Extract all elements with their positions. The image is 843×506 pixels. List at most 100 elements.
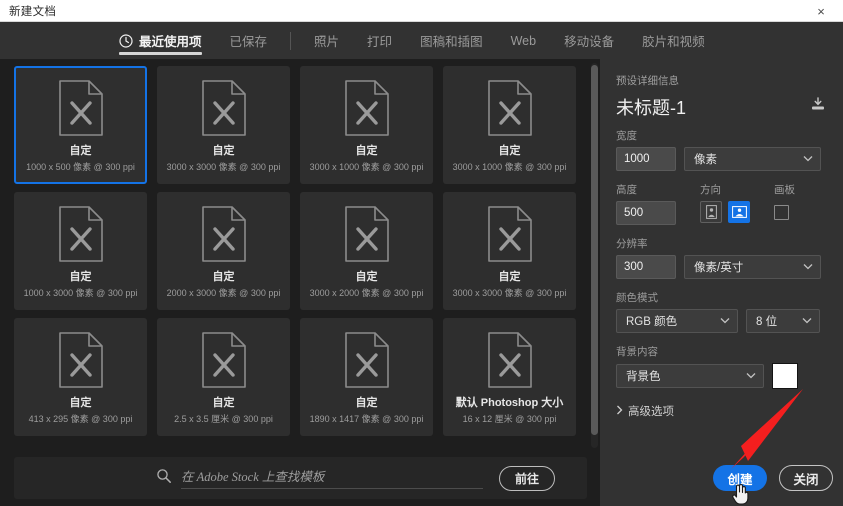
resolution-unit-value: 像素/英寸	[694, 262, 744, 274]
chevron-down-icon	[802, 315, 812, 327]
preset-card-subtitle: 16 x 12 厘米 @ 300 ppi	[462, 414, 557, 424]
preset-card-subtitle: 1890 x 1417 像素 @ 300 ppi	[309, 414, 424, 424]
create-button[interactable]: 创建	[713, 465, 767, 491]
preset-card[interactable]: 自定 1890 x 1417 像素 @ 300 ppi	[300, 318, 433, 436]
document-name-row	[616, 96, 827, 117]
width-input[interactable]	[616, 147, 676, 171]
width-unit-value: 像素	[694, 154, 717, 166]
adobe-stock-search-bar: 前往	[14, 457, 587, 499]
category-tab-bar: 最近使用项 已保存 照片 打印 图稿和插图 Web 移动设备 胶片和视频	[0, 22, 843, 59]
height-label: 高度	[616, 184, 637, 196]
preset-card-title: 自定	[212, 270, 235, 283]
orientation-group: 方向	[700, 171, 750, 223]
height-orientation-row: 高度 方向	[616, 171, 827, 225]
preset-card-title: 自定	[355, 144, 378, 157]
preset-card[interactable]: 自定 3000 x 3000 像素 @ 300 ppi	[157, 66, 290, 184]
document-icon	[344, 320, 390, 397]
preset-grid-panel: 自定 1000 x 500 像素 @ 300 ppi 自定 3000 x 3000 像…	[0, 59, 600, 506]
orientation-label: 方向	[700, 184, 721, 196]
tab-art-illustration-label: 图稿和插图	[420, 35, 483, 49]
width-label: 宽度	[616, 130, 637, 142]
tab-film-video-label: 胶片和视频	[642, 35, 705, 49]
advanced-options-toggle[interactable]: 高级选项	[616, 403, 827, 419]
document-icon	[58, 320, 104, 397]
document-icon	[487, 68, 533, 145]
stock-goto-button[interactable]: 前往	[499, 465, 555, 491]
preset-card-subtitle: 3000 x 3000 像素 @ 300 ppi	[452, 288, 567, 298]
tab-saved-label: 已保存	[229, 35, 268, 49]
preset-card[interactable]: 自定 3000 x 1000 像素 @ 300 ppi	[443, 66, 576, 184]
preset-card-subtitle: 3000 x 2000 像素 @ 300 ppi	[309, 288, 424, 298]
portrait-icon[interactable]	[700, 201, 722, 223]
background-label: 背景内容	[616, 346, 658, 358]
preset-card-subtitle: 3000 x 1000 像素 @ 300 ppi	[452, 162, 567, 172]
window-title: 新建文档	[9, 5, 57, 18]
preset-card-subtitle: 413 x 295 像素 @ 300 ppi	[28, 414, 133, 424]
document-icon	[344, 68, 390, 145]
orientation-buttons	[700, 201, 750, 223]
preset-details-panel: 预设详细信息 宽度 像素 高度	[600, 59, 843, 506]
color-mode-label: 颜色模式	[616, 292, 658, 304]
tab-photo[interactable]: 照片	[300, 22, 353, 59]
document-icon	[487, 194, 533, 271]
preset-card[interactable]: 自定 3000 x 1000 像素 @ 300 ppi	[300, 66, 433, 184]
stock-search-input[interactable]	[181, 467, 483, 489]
clock-icon	[119, 33, 133, 48]
artboard-checkbox[interactable]	[774, 204, 789, 220]
tab-art-illustration[interactable]: 图稿和插图	[406, 22, 497, 59]
save-preset-icon[interactable]	[809, 96, 827, 117]
search-icon	[156, 468, 172, 489]
grid-scrollbar-thumb[interactable]	[591, 65, 598, 435]
landscape-icon[interactable]	[728, 201, 750, 223]
background-contents-select[interactable]: 背景色	[616, 364, 764, 388]
preset-card[interactable]: 自定 413 x 295 像素 @ 300 ppi	[14, 318, 147, 436]
color-mode-select[interactable]: RGB 颜色	[616, 309, 738, 333]
artboard-label: 画板	[774, 184, 795, 196]
preset-card-title: 自定	[498, 144, 521, 157]
preset-card-title: 自定	[69, 270, 92, 283]
preset-card[interactable]: 自定 2000 x 3000 像素 @ 300 ppi	[157, 192, 290, 310]
preset-card[interactable]: 自定 1000 x 3000 像素 @ 300 ppi	[14, 192, 147, 310]
document-icon	[487, 320, 533, 397]
tab-print-label: 打印	[367, 35, 393, 49]
tab-saved[interactable]: 已保存	[216, 22, 282, 59]
document-name-input[interactable]	[616, 96, 791, 117]
preset-card[interactable]: 默认 Photoshop 大小 16 x 12 厘米 @ 300 ppi	[443, 318, 576, 436]
title-bar: 新建文档 ×	[0, 0, 843, 22]
preset-card-subtitle: 2.5 x 3.5 厘米 @ 300 ppi	[174, 414, 273, 424]
width-unit-select[interactable]: 像素	[684, 147, 821, 171]
preset-card[interactable]: 自定 3000 x 2000 像素 @ 300 ppi	[300, 192, 433, 310]
document-icon	[201, 320, 247, 397]
document-icon	[201, 194, 247, 271]
background-color-swatch[interactable]	[772, 363, 798, 389]
height-input[interactable]	[616, 201, 676, 225]
tab-recent[interactable]: 最近使用项	[105, 22, 216, 59]
color-mode-value: RGB 颜色	[626, 316, 678, 328]
resolution-input[interactable]	[616, 255, 676, 279]
bit-depth-select[interactable]: 8 位	[746, 309, 820, 333]
resolution-label: 分辨率	[616, 238, 648, 250]
tab-print[interactable]: 打印	[353, 22, 406, 59]
preset-grid-scroll: 自定 1000 x 500 像素 @ 300 ppi 自定 3000 x 3000 像…	[0, 59, 600, 452]
preset-card-subtitle: 1000 x 3000 像素 @ 300 ppi	[23, 288, 138, 298]
preset-card-title: 自定	[212, 144, 235, 157]
background-row: 背景色	[616, 363, 827, 389]
document-icon	[344, 194, 390, 271]
preset-card-title: 自定	[212, 396, 235, 409]
tab-mobile[interactable]: 移动设备	[550, 22, 628, 59]
width-row: 像素	[616, 147, 827, 171]
preset-card[interactable]: 自定 1000 x 500 像素 @ 300 ppi	[14, 66, 147, 184]
preset-card[interactable]: 自定 3000 x 3000 像素 @ 300 ppi	[443, 192, 576, 310]
tab-film-video[interactable]: 胶片和视频	[628, 22, 719, 59]
chevron-down-icon	[803, 153, 813, 165]
advanced-options-label: 高级选项	[628, 406, 674, 418]
preset-card[interactable]: 自定 2.5 x 3.5 厘米 @ 300 ppi	[157, 318, 290, 436]
close-button[interactable]: 关闭	[779, 465, 833, 491]
height-group: 高度	[616, 171, 676, 225]
preset-card-title: 自定	[498, 270, 521, 283]
resolution-unit-select[interactable]: 像素/英寸	[684, 255, 821, 279]
tab-web[interactable]: Web	[497, 22, 550, 59]
close-icon[interactable]: ×	[799, 0, 843, 22]
document-icon	[58, 194, 104, 271]
details-heading: 预设详细信息	[616, 75, 679, 87]
